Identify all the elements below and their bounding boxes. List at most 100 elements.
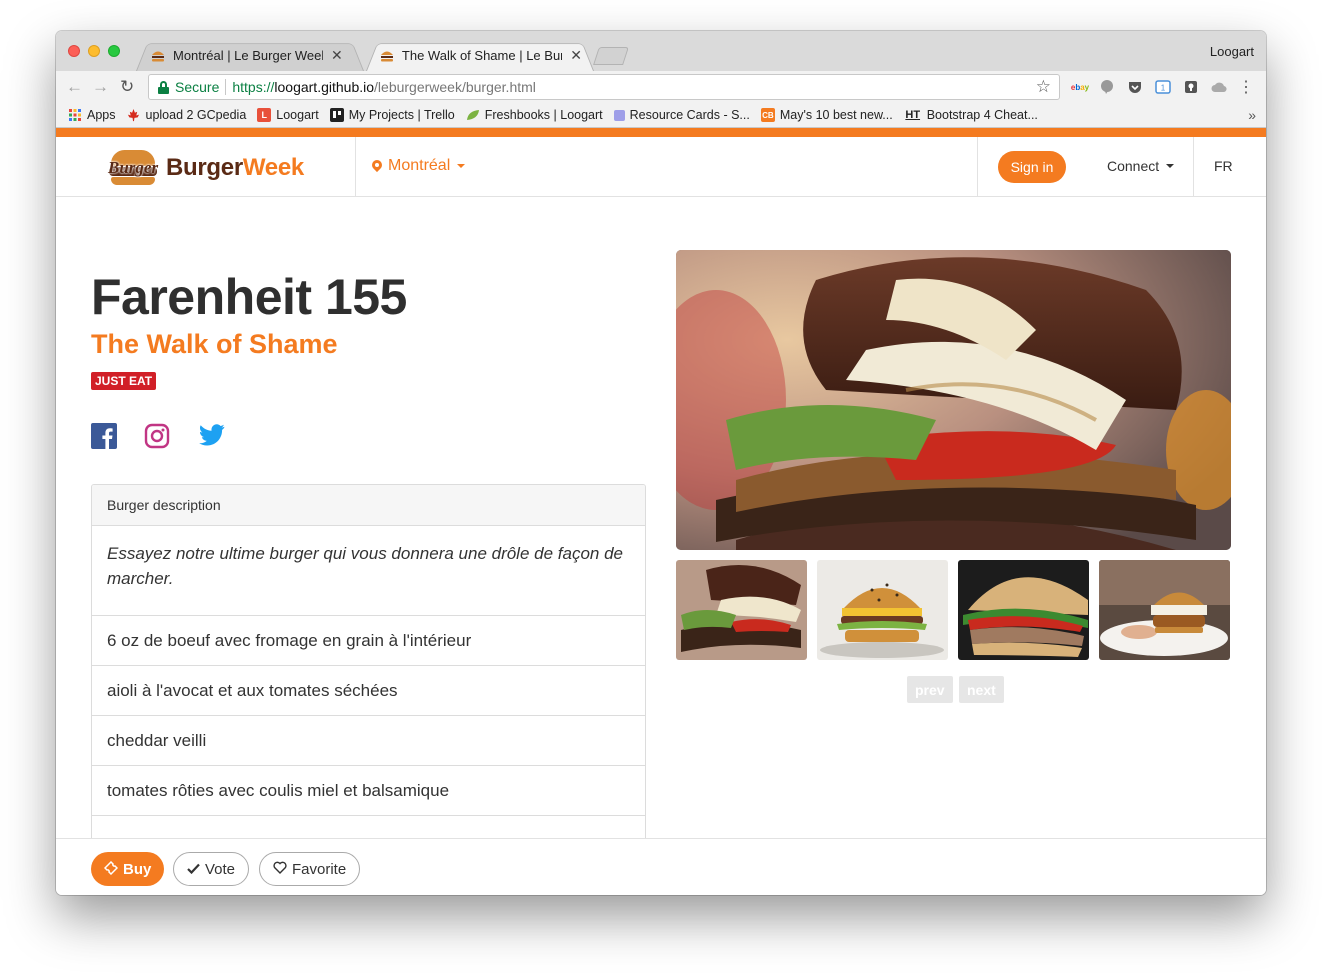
logo-script-text: Burger (108, 158, 159, 177)
bookmark-gcpedia[interactable]: upload 2 GCpedia (127, 108, 247, 122)
gallery-thumbnail[interactable] (958, 560, 1089, 660)
burger-hero-image (676, 250, 1231, 550)
buy-label: Buy (123, 860, 152, 878)
just-eat-badge[interactable]: JUST EAT (91, 372, 157, 390)
bookmark-star-icon[interactable]: ☆ (1036, 77, 1051, 97)
ingredient-item: 6 oz de boeuf avec fromage en grain à l'… (92, 616, 645, 666)
action-bar: Buy Vote Favorite (56, 838, 1266, 895)
vote-button[interactable]: Vote (173, 852, 250, 886)
ticket-icon (103, 860, 119, 878)
twitter-icon[interactable] (199, 423, 225, 449)
instagram-icon[interactable] (144, 423, 170, 449)
checkmark-icon (187, 861, 200, 877)
bookmark-label: May's 10 best new... (779, 108, 893, 122)
language-toggle[interactable]: FR (1214, 158, 1233, 174)
tab-close-icon[interactable]: ✕ (570, 47, 582, 64)
cloud-extension-icon[interactable] (1211, 79, 1227, 95)
city-label: Montréal (388, 157, 451, 174)
profile-name[interactable]: Loogart (1210, 44, 1254, 59)
connect-dropdown[interactable]: Connect (1107, 158, 1175, 174)
brand-word-burger: Burger (166, 154, 243, 181)
lock-icon (158, 80, 169, 94)
favorite-button[interactable]: Favorite (259, 852, 361, 886)
connect-label: Connect (1107, 158, 1160, 174)
speech-bubble-extension-icon[interactable] (1099, 79, 1115, 95)
window-maximize-button[interactable] (108, 45, 120, 57)
keep-extension-icon[interactable] (1183, 79, 1199, 95)
site-logo[interactable]: Burger BurgerWeek (108, 148, 304, 188)
facebook-icon[interactable] (91, 423, 117, 449)
tab-counter-extension-icon[interactable]: 1 (1155, 79, 1171, 95)
browser-toolbar: ← → ↻ Secure https:// loogart.github.io … (56, 71, 1266, 103)
bookmark-loogart[interactable]: L Loogart (257, 108, 319, 122)
gallery-thumbnail[interactable] (676, 560, 807, 660)
sign-in-button[interactable]: Sign in (998, 151, 1066, 183)
burger-logo-icon: Burger (108, 148, 158, 188)
burger-description-panel: Burger description Essayez notre ultime … (91, 484, 646, 864)
address-bar[interactable]: Secure https:// loogart.github.io /lebur… (148, 74, 1060, 100)
brand-word-week: Week (242, 154, 304, 181)
tab-strip: Montréal | Le Burger Week ✕ The Walk of … (56, 31, 1266, 71)
trello-icon (329, 108, 344, 122)
window-minimize-button[interactable] (88, 45, 100, 57)
map-pin-icon (372, 160, 382, 172)
ingredient-item: cheddar veilli (92, 716, 645, 766)
window-close-button[interactable] (68, 45, 80, 57)
tab-montreal[interactable]: Montréal | Le Burger Week ✕ (136, 40, 364, 71)
burger-favicon-icon (380, 48, 395, 64)
heart-icon (273, 861, 287, 877)
bookmark-label: upload 2 GCpedia (145, 108, 247, 122)
tab-walk-of-shame[interactable]: The Walk of Shame | Le Burger Week ✕ (366, 40, 594, 71)
ht-icon: HT (905, 109, 921, 121)
chrome-menu-icon[interactable]: ⋮ (1238, 79, 1254, 96)
burger-description: Essayez notre ultime burger qui vous don… (92, 526, 645, 616)
bookmark-label: My Projects | Trello (348, 108, 455, 122)
cb-icon: CB (760, 108, 775, 122)
gallery-next-button[interactable]: next (959, 676, 1004, 703)
bookmark-label: Freshbooks | Loogart (484, 108, 603, 122)
pocket-extension-icon[interactable] (1127, 79, 1143, 95)
burger-name: The Walk of Shame (91, 329, 338, 359)
bookmark-bootstrap[interactable]: HT Bootstrap 4 Cheat... (904, 108, 1038, 122)
freshbooks-leaf-icon (466, 108, 480, 122)
buy-button[interactable]: Buy (91, 852, 165, 886)
url-path: /leburgerweek/burger.html (374, 79, 536, 95)
ebay-extension-icon[interactable]: ebay (1071, 79, 1089, 95)
loogart-icon: L (257, 108, 272, 122)
gallery-prev-button[interactable]: prev (907, 676, 953, 703)
secure-label: Secure (175, 79, 220, 95)
bookmark-resource-cards[interactable]: Resource Cards - S... (613, 108, 750, 122)
bookmark-label: Apps (87, 108, 116, 122)
site-navbar: Burger BurgerWeek Montréal Sign in Conne… (56, 137, 1266, 197)
browser-window: Montréal | Le Burger Week ✕ The Walk of … (56, 31, 1266, 895)
forward-arrow-icon[interactable]: → (92, 77, 109, 97)
burger-favicon-icon (150, 48, 166, 64)
resource-cards-icon (613, 109, 625, 121)
bookmark-freshbooks[interactable]: Freshbooks | Loogart (466, 108, 603, 122)
chevron-down-icon (457, 164, 466, 168)
city-dropdown[interactable]: Montréal (372, 157, 466, 175)
url-scheme: https:// (232, 79, 275, 95)
apps-grid-icon (68, 108, 82, 122)
maple-leaf-icon (127, 108, 141, 122)
accent-bar (56, 128, 1266, 137)
bookmark-label: Loogart (276, 108, 319, 122)
tab-close-icon[interactable]: ✕ (331, 47, 343, 64)
svg-text:1: 1 (1161, 84, 1166, 93)
url-host: loogart.github.io (274, 79, 375, 95)
panel-title: Burger description (92, 485, 645, 526)
bookmarks-overflow-icon[interactable]: » (1248, 107, 1256, 123)
gallery-thumbnail[interactable] (817, 560, 948, 660)
favorite-label: Favorite (292, 860, 347, 878)
back-arrow-icon[interactable]: ← (66, 77, 83, 97)
gallery-thumbnail[interactable] (1099, 560, 1230, 660)
bookmark-apps[interactable]: Apps (68, 108, 116, 122)
reload-icon[interactable]: ↻ (120, 77, 134, 97)
new-tab-button[interactable] (593, 47, 629, 65)
bookmark-best-new[interactable]: CB May's 10 best new... (760, 108, 893, 122)
vote-label: Vote (205, 860, 236, 878)
web-page: Burger BurgerWeek Montréal Sign in Conne… (56, 128, 1266, 895)
ingredient-item: aioli à l'avocat et aux tomates séchées (92, 666, 645, 716)
bookmark-trello[interactable]: My Projects | Trello (329, 108, 455, 122)
restaurant-name: Farenheit 155 (91, 269, 407, 325)
